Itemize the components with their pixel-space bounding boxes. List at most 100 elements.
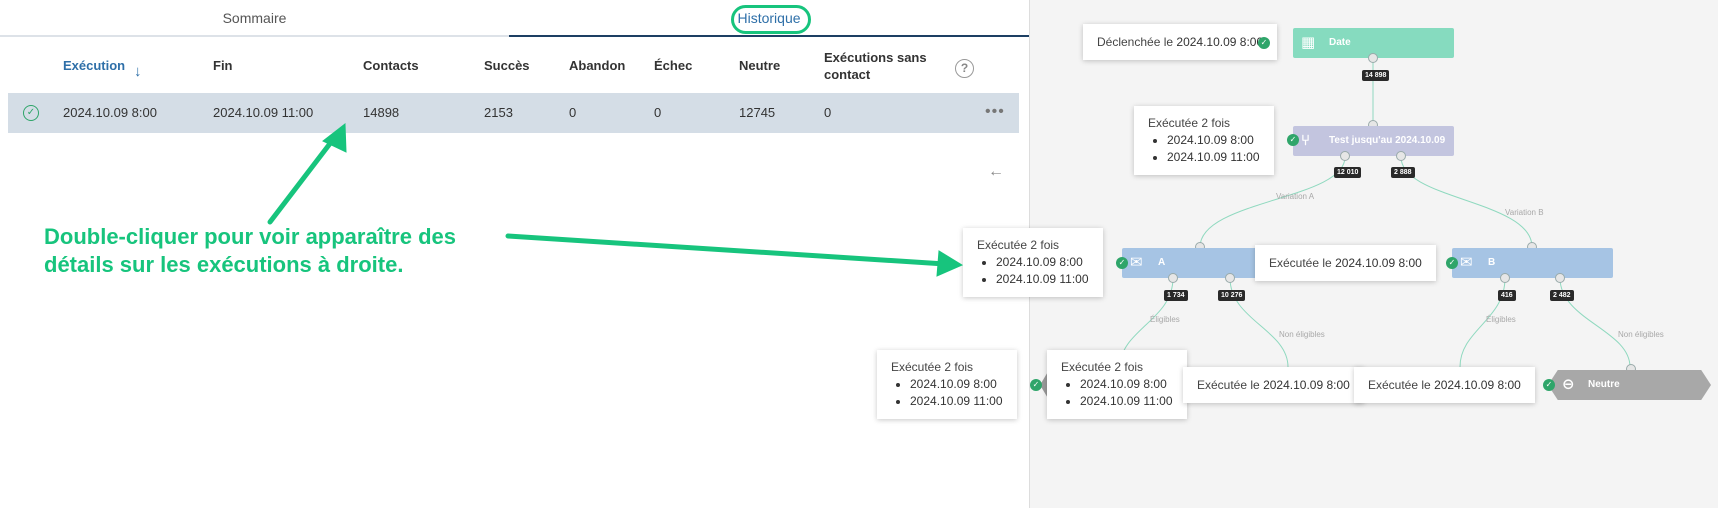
count-badge-test-a: 12 010 (1334, 167, 1362, 178)
tab-bar: Sommaire Historique (0, 0, 1029, 37)
node-label-neutre: Neutre (1588, 379, 1620, 390)
column-header-echec[interactable]: Échec (654, 57, 692, 74)
execution-history-panel: Sommaire Historique Exécution ↓ Fin Cont… (0, 0, 1029, 508)
tab-historique[interactable]: Historique (509, 0, 1029, 37)
column-header-abandon[interactable]: Abandon (569, 57, 625, 74)
workflow-node-b[interactable]: ✉ B (1452, 248, 1613, 278)
port-b-out-non-eligibles[interactable] (1555, 273, 1565, 283)
tooltip-a-item: 2024.10.09 8:00 (996, 254, 1089, 271)
tooltip-bottom-3-prefix: Exécutée le (1197, 378, 1260, 392)
more-options-icon[interactable]: ••• (985, 93, 1005, 131)
tooltip-bottom-2: Exécutée 2 fois 2024.10.09 8:00 2024.10.… (1047, 350, 1187, 419)
workflow-node-a[interactable]: ✉ A (1122, 248, 1262, 278)
minus-circle-icon: ⊖ (1562, 376, 1575, 393)
edge-label-a-non-eligibles: Non éligibles (1279, 330, 1325, 339)
port-a-out-eligibles[interactable] (1168, 273, 1178, 283)
tooltip-test: Exécutée 2 fois 2024.10.09 8:00 2024.10.… (1134, 106, 1274, 175)
tooltip-test-item: 2024.10.09 8:00 (1167, 132, 1260, 149)
tooltip-date: Déclenchée le 2024.10.09 8:00 (1083, 24, 1278, 60)
tooltip-a-title: Exécutée 2 fois (977, 238, 1060, 252)
count-badge-b-eligibles: 416 (1498, 290, 1516, 301)
tooltip-b: Exécutée le 2024.10.09 8:00 (1255, 245, 1436, 281)
sort-descending-icon[interactable]: ↓ (134, 63, 142, 80)
back-arrow-icon[interactable]: ← (988, 163, 1004, 181)
tooltip-a: Exécutée 2 fois 2024.10.09 8:00 2024.10.… (963, 228, 1103, 297)
column-header-neutre[interactable]: Neutre (739, 57, 780, 74)
check-icon: ✓ (1030, 379, 1042, 391)
tooltip-bottom-1-item: 2024.10.09 8:00 (910, 376, 1003, 393)
column-header-sans-contact-line1: Exécutions sans (824, 50, 927, 65)
count-badge-date: 14 898 (1362, 70, 1390, 81)
cell-abandon: 0 (569, 105, 577, 120)
tooltip-b-prefix: Exécutée le (1269, 256, 1332, 270)
column-header-execution[interactable]: Exécution (63, 57, 125, 74)
port-b-out-eligibles[interactable] (1500, 273, 1510, 283)
calendar-icon: ▦ (1301, 34, 1316, 51)
cell-succes: 2153 (484, 105, 513, 120)
tooltip-test-item: 2024.10.09 11:00 (1167, 149, 1260, 166)
tooltip-bottom-3-value: 2024.10.09 8:00 (1263, 378, 1350, 392)
tooltip-bottom-2-title: Exécutée 2 fois (1061, 360, 1144, 374)
edge-label-b-eligibles: Éligibles (1486, 315, 1516, 324)
count-badge-a-non-eligibles: 10 276 (1218, 290, 1246, 301)
workflow-node-test[interactable]: ⑂ Test jusqu'au 2024.10.09 (1293, 126, 1454, 156)
cell-neutre: 12745 (739, 105, 776, 120)
node-label-b: B (1488, 257, 1496, 268)
count-badge-test-b: 2 888 (1391, 167, 1415, 178)
cell-fin: 2024.10.09 11:00 (213, 105, 314, 120)
tooltip-bottom-2-item: 2024.10.09 8:00 (1080, 376, 1173, 393)
check-icon: ✓ (1287, 134, 1299, 146)
node-label-a: A (1158, 257, 1166, 268)
table-header: Exécution ↓ Fin Contacts Succès Abandon … (8, 49, 1018, 93)
port-a-out-non-eligibles[interactable] (1225, 273, 1235, 283)
tooltip-bottom-4-value: 2024.10.09 8:00 (1434, 378, 1521, 392)
annotation-line2: détails sur les exécutions à droite. (44, 252, 404, 277)
cell-sans-contact: 0 (824, 105, 832, 120)
tooltip-bottom-4: Exécutée le 2024.10.09 8:00 (1354, 367, 1535, 403)
tab-sommaire[interactable]: Sommaire (0, 0, 509, 37)
tooltip-a-item: 2024.10.09 11:00 (996, 271, 1089, 288)
column-header-sans-contact-line2: contact (824, 67, 871, 82)
tooltip-date-prefix: Déclenchée le (1097, 35, 1174, 49)
tooltip-bottom-1-item: 2024.10.09 11:00 (910, 393, 1003, 410)
count-badge-b-non-eligibles: 2 482 (1550, 290, 1574, 301)
email-icon: ✉ (1130, 254, 1143, 271)
tooltip-date-value: 2024.10.09 8:00 (1176, 35, 1264, 49)
tooltip-b-value: 2024.10.09 8:00 (1335, 256, 1422, 270)
edge-label-a-eligibles: Éligibles (1150, 315, 1180, 324)
port-test-out-a[interactable] (1340, 151, 1350, 161)
column-header-contacts[interactable]: Contacts (363, 57, 419, 74)
node-label-date: Date (1329, 37, 1351, 48)
app-root: Sommaire Historique Exécution ↓ Fin Cont… (0, 0, 1718, 508)
cell-echec: 0 (654, 105, 662, 120)
split-icon: ⑂ (1301, 132, 1311, 149)
workflow-node-neutre[interactable]: ⊖ Neutre (1548, 370, 1711, 400)
tooltip-bottom-1-title: Exécutée 2 fois (891, 360, 974, 374)
check-icon: ✓ (1258, 37, 1270, 49)
tooltip-bottom-3: Exécutée le 2024.10.09 8:00 (1183, 367, 1364, 403)
email-icon: ✉ (1460, 254, 1473, 271)
edge-label-variation-a: Variation A (1276, 192, 1315, 201)
edge-label-variation-b: Variation B (1505, 208, 1544, 217)
column-header-sans-contact[interactable]: Exécutions sans contact (824, 49, 927, 83)
tooltip-bottom-2-item: 2024.10.09 11:00 (1080, 393, 1173, 410)
check-icon: ✓ (1446, 257, 1458, 269)
check-icon: ✓ (1543, 379, 1555, 391)
port-date-out[interactable] (1368, 53, 1378, 63)
success-check-icon: ✓ (23, 105, 39, 121)
annotation-text: Double-cliquer pour voir apparaître des … (44, 223, 524, 279)
edge-label-b-non-eligibles: Non éligibles (1618, 330, 1664, 339)
column-header-succes[interactable]: Succès (484, 57, 530, 74)
annotation-line1: Double-cliquer pour voir apparaître des (44, 224, 456, 249)
tooltip-test-title: Exécutée 2 fois (1148, 116, 1231, 130)
cell-execution: 2024.10.09 8:00 (63, 105, 157, 120)
tooltip-bottom-1: Exécutée 2 fois 2024.10.09 8:00 2024.10.… (877, 350, 1017, 419)
port-test-out-b[interactable] (1396, 151, 1406, 161)
help-icon[interactable]: ? (955, 59, 974, 78)
check-icon: ✓ (1116, 257, 1128, 269)
cell-contacts: 14898 (363, 105, 400, 120)
column-header-fin[interactable]: Fin (213, 57, 233, 74)
tooltip-bottom-4-prefix: Exécutée le (1368, 378, 1431, 392)
table-row[interactable]: ✓ 2024.10.09 8:00 2024.10.09 11:00 14898… (8, 93, 1019, 133)
count-badge-a-eligibles: 1 734 (1164, 290, 1188, 301)
